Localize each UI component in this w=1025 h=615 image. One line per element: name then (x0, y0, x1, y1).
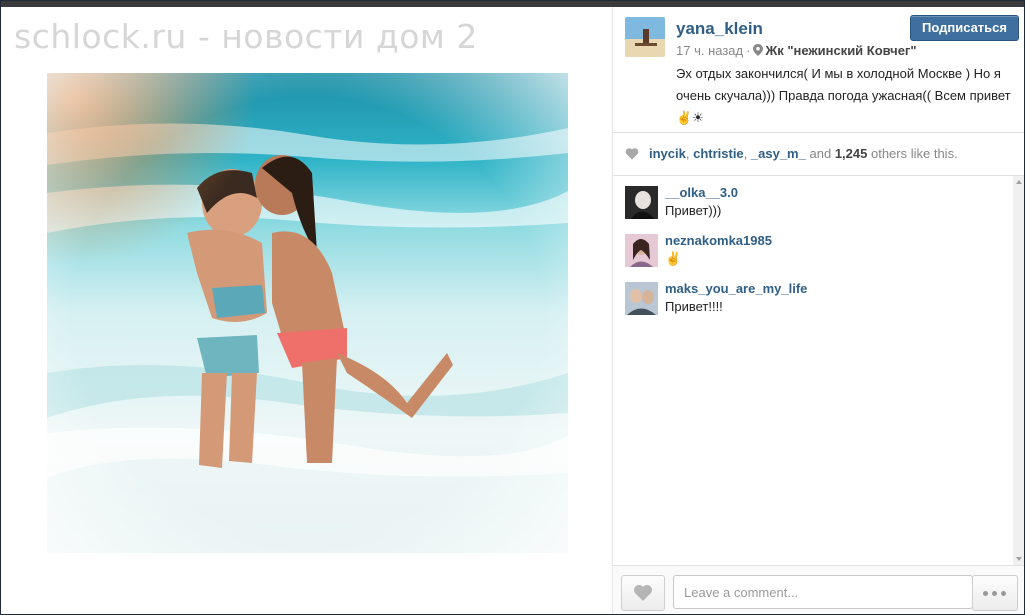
comment-item: maks_you_are_my_life Привет!!!! (625, 281, 1005, 322)
post-modal: schlock.ru - новости дом 2 yana_klein По… (0, 0, 1025, 615)
more-options-button[interactable] (972, 575, 1018, 611)
follow-button[interactable]: Подписаться (910, 15, 1019, 41)
likes-bar: inycik, chtristie, _asy_m_ and 1,245 oth… (613, 133, 1024, 176)
meta-separator: · (746, 43, 751, 58)
heart-icon (625, 148, 639, 160)
comment-item: __olka__3.0 Привет))) (625, 185, 1005, 226)
scroll-up-icon[interactable] (1016, 180, 1022, 184)
comment-text: Привет!!!! (665, 299, 723, 314)
author-avatar[interactable] (625, 17, 665, 57)
commenter-avatar[interactable] (625, 282, 658, 315)
post-time[interactable]: 17 ч. назад (676, 43, 743, 58)
like-button[interactable] (621, 575, 665, 611)
liker-link[interactable]: chtristie (693, 146, 744, 161)
comment-text: ✌ (665, 251, 682, 266)
photo-area: schlock.ru - новости дом 2 (2, 7, 612, 614)
commenter-avatar[interactable] (625, 186, 658, 219)
comment-input[interactable] (673, 575, 973, 609)
post-photo[interactable] (47, 73, 568, 553)
likes-summary: inycik, chtristie, _asy_m_ and 1,245 oth… (649, 146, 958, 161)
liker-link[interactable]: inycik (649, 146, 686, 161)
author-username[interactable]: yana_klein (676, 19, 763, 39)
post-location[interactable]: Жк "нежинский Ковчег" (765, 43, 916, 58)
post-caption: Эх отдых закончился( И мы в холодной Мос… (676, 66, 1011, 125)
watermark: schlock.ru - новости дом 2 (14, 17, 478, 56)
commenter-avatar[interactable] (625, 234, 658, 267)
scroll-down-icon[interactable] (1016, 557, 1022, 561)
likes-count[interactable]: 1,245 (835, 146, 868, 161)
post-sidebar: yana_klein Подписаться 17 ч. назад · Жк "н… (612, 7, 1024, 614)
post-meta: 17 ч. назад · Жк "нежинский Ковчег" (676, 43, 917, 58)
likes-suffix: others like this. (870, 146, 958, 161)
commenter-username[interactable]: __olka__3.0 (665, 185, 738, 200)
comment-text: Привет))) (665, 203, 722, 218)
post-header: yana_klein Подписаться 17 ч. назад · Жк "н… (613, 7, 1024, 133)
comments-list: __olka__3.0 Привет))) neznakomka1985 ✌ m… (613, 176, 1013, 564)
heart-icon (634, 585, 652, 601)
comments-scrollbar[interactable] (1013, 176, 1024, 565)
commenter-username[interactable]: maks_you_are_my_life (665, 281, 807, 296)
commenter-username[interactable]: neznakomka1985 (665, 233, 772, 248)
map-pin-icon (753, 44, 764, 56)
liker-link[interactable]: _asy_m_ (751, 146, 806, 161)
comment-footer (613, 565, 1024, 614)
comment-item: neznakomka1985 ✌ (625, 233, 1005, 274)
likes-connector: and (809, 146, 832, 161)
